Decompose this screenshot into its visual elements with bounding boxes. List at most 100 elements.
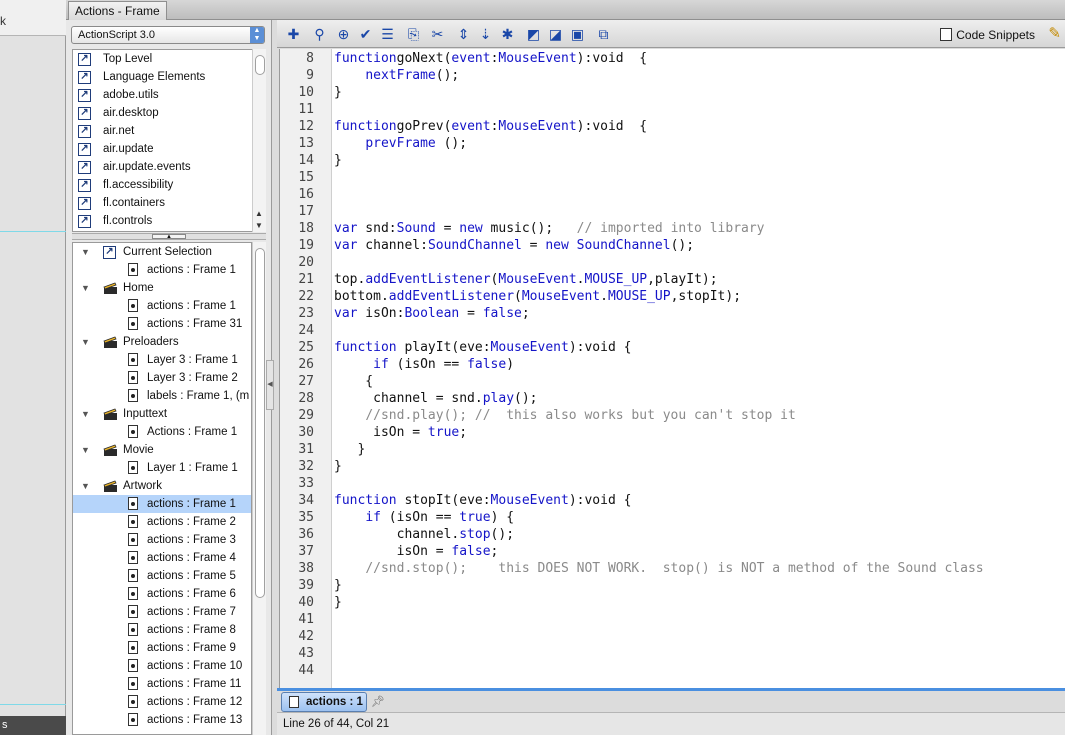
code-line[interactable]: function playIt(eve:MouseEvent):void { bbox=[334, 339, 631, 356]
nav-frame-item[interactable]: actions : Frame 12 bbox=[73, 693, 251, 711]
collapse-toolbox-icon[interactable]: ◀ bbox=[266, 360, 274, 410]
code-line[interactable]: var snd:Sound = new music(); // imported… bbox=[334, 220, 765, 237]
code-line[interactable]: var channel:SoundChannel = new SoundChan… bbox=[334, 237, 694, 254]
code-line[interactable]: } bbox=[334, 458, 342, 475]
nav-frame-item[interactable]: actions : Frame 31 bbox=[73, 315, 251, 333]
check-syntax-icon[interactable]: ✔ bbox=[357, 26, 374, 43]
nav-frame-item[interactable]: actions : Frame 11 bbox=[73, 675, 251, 693]
code-line[interactable]: } bbox=[334, 152, 342, 169]
library-item[interactable]: ↗ fl.accessibility bbox=[73, 176, 265, 194]
nav-frame-item[interactable]: actions : Frame 13 bbox=[73, 711, 251, 729]
code-line[interactable]: isOn = true; bbox=[334, 424, 467, 441]
nav-frame-item[interactable]: actions : Frame 5 bbox=[73, 567, 251, 585]
collapse-selection-icon[interactable]: ⇣ bbox=[477, 26, 494, 43]
nav-group[interactable]: ▼ Preloaders bbox=[73, 333, 251, 351]
code-line[interactable]: } bbox=[334, 441, 365, 458]
nav-frame-item[interactable]: actions : Frame 8 bbox=[73, 621, 251, 639]
nav-group[interactable]: ▼ Artwork bbox=[73, 477, 251, 495]
nav-frame-item[interactable]: Layer 1 : Frame 1 bbox=[73, 459, 251, 477]
nav-group[interactable]: ▼ Inputtext bbox=[73, 405, 251, 423]
code-line[interactable]: nextFrame(); bbox=[334, 67, 459, 84]
nav-frame-item[interactable]: actions : Frame 3 bbox=[73, 531, 251, 549]
code-line[interactable]: channel = snd.play(); bbox=[334, 390, 537, 407]
library-item[interactable]: ↗ air.net bbox=[73, 122, 265, 140]
library-item[interactable]: ↗ air.update bbox=[73, 140, 265, 158]
code-line[interactable]: var isOn:Boolean = false; bbox=[334, 305, 530, 322]
script-tab[interactable]: actions : 1 bbox=[281, 692, 367, 712]
language-library-list[interactable]: ↗ Top Level ↗ Language Elements ↗ adobe.utils… bbox=[72, 49, 266, 232]
code-line[interactable]: isOn = false; bbox=[334, 543, 499, 560]
disclosure-triangle-icon[interactable]: ▼ bbox=[81, 441, 90, 459]
apply-line-comment-icon[interactable]: ◪ bbox=[547, 26, 564, 43]
nav-frame-item[interactable]: Layer 3 : Frame 2 bbox=[73, 369, 251, 387]
nav-frame-item[interactable]: actions : Frame 9 bbox=[73, 639, 251, 657]
library-item[interactable]: ↗ air.desktop bbox=[73, 104, 265, 122]
splitter-grip-icon[interactable]: ▲ bbox=[152, 234, 186, 240]
nav-frame-item[interactable]: Actions : Frame 1 bbox=[73, 423, 251, 441]
code-line[interactable]: functiongoPrev(event:MouseEvent):void { bbox=[334, 118, 647, 135]
remove-comment-icon[interactable]: ▣ bbox=[569, 26, 586, 43]
scrollbar-thumb[interactable] bbox=[255, 55, 265, 75]
disclosure-triangle-icon[interactable]: ▼ bbox=[81, 333, 90, 351]
nav-frame-item[interactable]: actions : Frame 4 bbox=[73, 549, 251, 567]
add-statement-icon[interactable]: ✚ bbox=[285, 26, 302, 43]
nav-group[interactable]: ▼ Home bbox=[73, 279, 251, 297]
nav-frame-item[interactable]: actions : Frame 1 bbox=[73, 261, 251, 279]
code-line[interactable]: } bbox=[334, 84, 342, 101]
magic-wand-icon[interactable]: ✎ bbox=[1048, 24, 1061, 42]
auto-format-icon[interactable]: ☰ bbox=[379, 26, 396, 43]
library-item[interactable]: ↗ air.update.events bbox=[73, 158, 265, 176]
library-scrollbar[interactable]: ▲ ▼ bbox=[252, 49, 266, 232]
script-navigator[interactable]: ▼ ↗ Current Selection actions : Frame 1 ▼ Hom… bbox=[72, 242, 252, 735]
nav-frame-item[interactable]: actions : Frame 6 bbox=[73, 585, 251, 603]
nav-group[interactable]: ▼ ↗ Current Selection bbox=[73, 243, 251, 261]
find-icon[interactable]: ⚲ bbox=[311, 26, 328, 43]
code-line[interactable]: channel.stop(); bbox=[334, 526, 514, 543]
debug-options-icon[interactable]: ✂ bbox=[429, 26, 446, 43]
code-line[interactable]: if (isOn == true) { bbox=[334, 509, 514, 526]
code-line[interactable]: { bbox=[334, 373, 373, 390]
library-item[interactable]: ↗ Language Elements bbox=[73, 68, 265, 86]
code-editor[interactable]: 8 9 10 11 12 13 14 15 16 17 18 19 20 21 22 23 24 25 26 27 28… bbox=[279, 49, 1065, 689]
disclosure-triangle-icon[interactable]: ▼ bbox=[81, 279, 90, 297]
nav-frame-item[interactable]: actions : Frame 1 bbox=[73, 297, 251, 315]
code-line[interactable]: //snd.play(); // this also works but you… bbox=[334, 407, 795, 424]
nav-frame-item[interactable]: labels : Frame 1, (m bbox=[73, 387, 251, 405]
navigator-scrollbar[interactable] bbox=[252, 242, 266, 735]
code-line[interactable]: bottom.addEventListener(MouseEvent.MOUSE… bbox=[334, 288, 741, 305]
code-line[interactable]: prevFrame (); bbox=[334, 135, 467, 152]
disclosure-triangle-icon[interactable]: ▼ bbox=[81, 243, 90, 261]
pin-script-icon[interactable]: 📌︎ bbox=[371, 695, 385, 708]
nav-group[interactable]: ▼ Movie bbox=[73, 441, 251, 459]
show-code-hint-icon[interactable]: ⎘ bbox=[405, 26, 422, 43]
nav-frame-item[interactable]: actions : Frame 1 bbox=[73, 495, 251, 513]
insert-target-path-icon[interactable]: ⊕ bbox=[335, 26, 352, 43]
code-line[interactable]: } bbox=[334, 594, 342, 611]
code-line[interactable]: //snd.stop(); this DOES NOT WORK. stop()… bbox=[334, 560, 983, 577]
library-item[interactable]: ↗ fl.controls bbox=[73, 212, 265, 230]
apply-block-comment-icon[interactable]: ◩ bbox=[525, 26, 542, 43]
panel-title-tab[interactable]: Actions - Frame bbox=[68, 1, 167, 20]
collapse-between-braces-icon[interactable]: ⇕ bbox=[455, 26, 472, 43]
library-item[interactable]: ↗ Top Level bbox=[73, 50, 265, 68]
library-item[interactable]: ↗ adobe.utils bbox=[73, 86, 265, 104]
scroll-down-icon[interactable]: ▼ bbox=[255, 221, 263, 230]
library-item[interactable]: ↗ fl.containers bbox=[73, 194, 265, 212]
code-line[interactable]: functiongoNext(event:MouseEvent):void { bbox=[334, 50, 647, 67]
code-line[interactable]: top.addEventListener(MouseEvent.MOUSE_UP… bbox=[334, 271, 718, 288]
nav-frame-item[interactable]: actions : Frame 10 bbox=[73, 657, 251, 675]
panel-titlebar[interactable]: Actions - Frame bbox=[66, 0, 1065, 20]
nav-frame-item[interactable]: actions : Frame 2 bbox=[73, 513, 251, 531]
nav-frame-item[interactable]: Layer 3 : Frame 1 bbox=[73, 351, 251, 369]
code-line[interactable]: function stopIt(eve:MouseEvent):void { bbox=[334, 492, 631, 509]
nav-frame-item[interactable]: actions : Frame 7 bbox=[73, 603, 251, 621]
language-select[interactable]: ActionScript 3.0 ▲ ▼ bbox=[71, 26, 265, 44]
disclosure-triangle-icon[interactable]: ▼ bbox=[81, 405, 90, 423]
scroll-up-icon[interactable]: ▲ bbox=[255, 209, 263, 218]
scrollbar-thumb[interactable] bbox=[255, 248, 265, 598]
show-hide-toolbox-icon[interactable]: ⧉ bbox=[595, 26, 612, 43]
expand-all-icon[interactable]: ✱ bbox=[499, 26, 516, 43]
code-line[interactable]: if (isOn == false) bbox=[334, 356, 514, 373]
disclosure-triangle-icon[interactable]: ▼ bbox=[81, 477, 90, 495]
toolbox-splitter[interactable]: ▲ bbox=[72, 233, 266, 240]
